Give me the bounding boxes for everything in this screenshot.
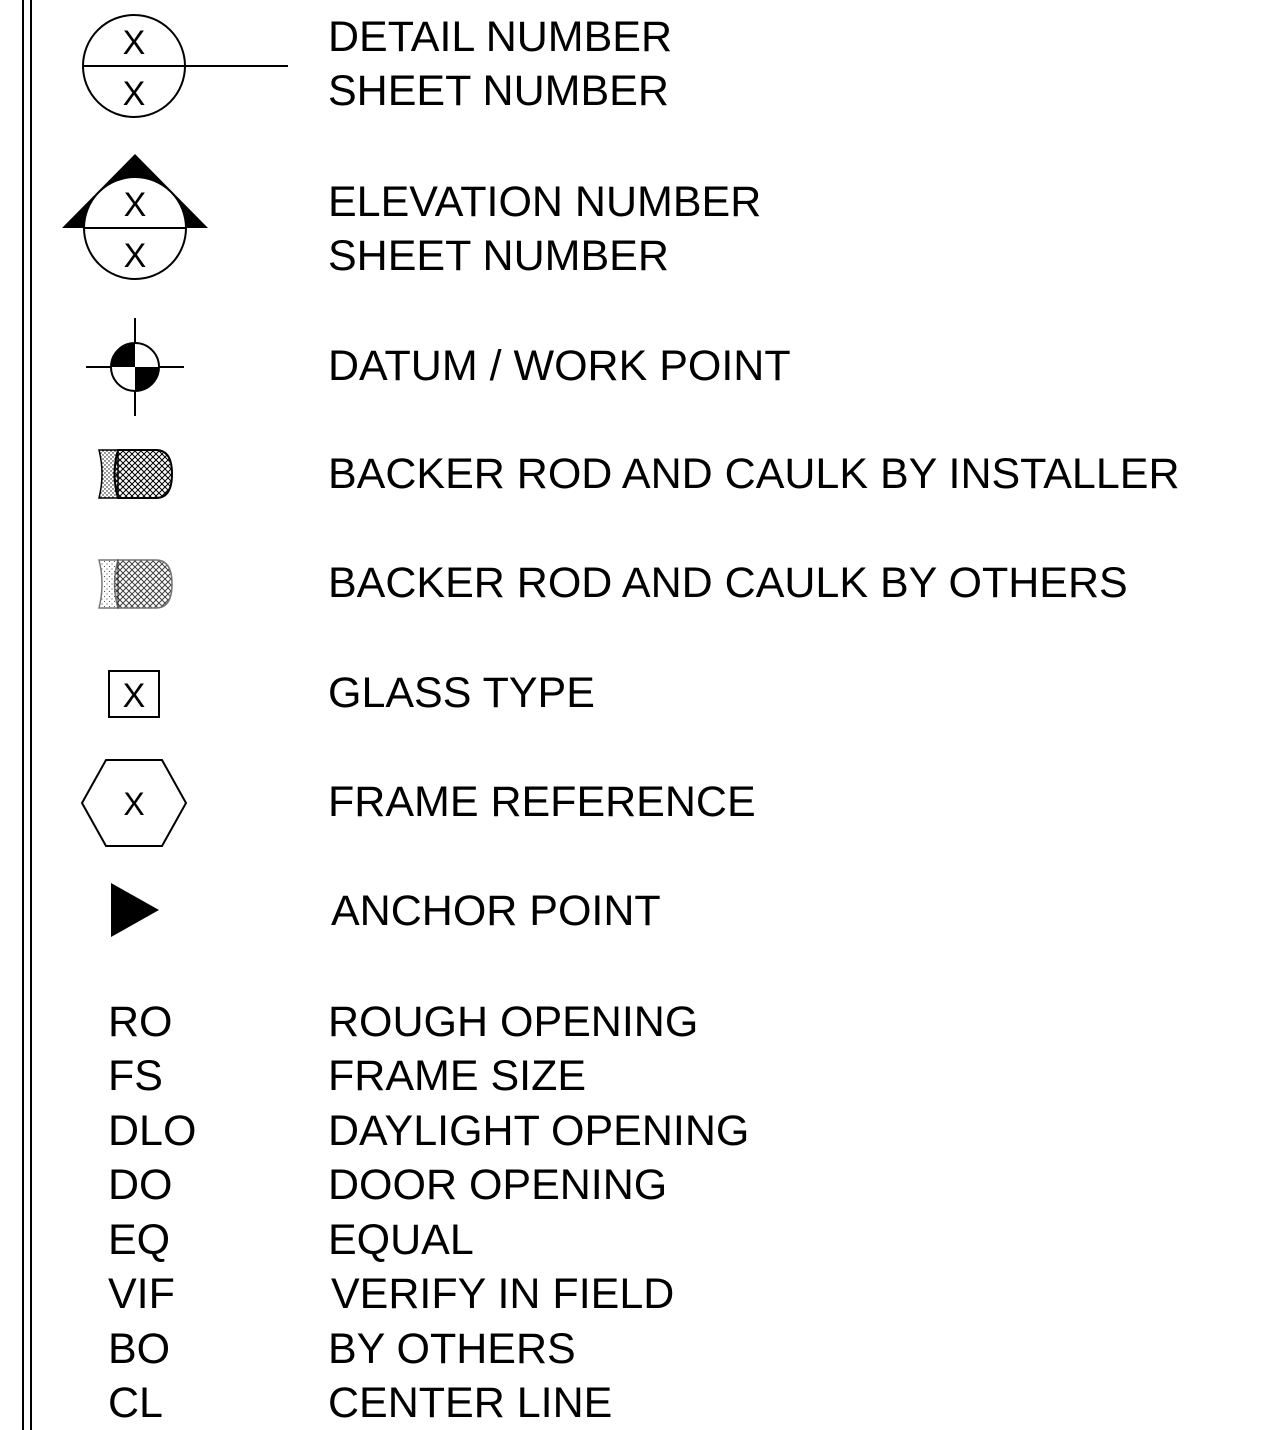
abbreviation-code: DLO	[108, 1107, 197, 1155]
abbreviation-meaning: BY OTHERS	[328, 1325, 576, 1373]
detail-number-label: DETAIL NUMBER	[328, 13, 673, 61]
glass-type-tag-icon: X	[108, 670, 160, 718]
datum-point-icon	[86, 318, 184, 416]
abbreviation-code: VIF	[108, 1270, 175, 1318]
abbreviation-code: EQ	[108, 1216, 171, 1264]
glass-type-symbol: X	[123, 677, 146, 715]
backer-rod-installer-label: BACKER ROD AND CAULK BY INSTALLER	[328, 450, 1180, 498]
abbreviation-meaning: DAYLIGHT OPENING	[328, 1107, 750, 1155]
abbreviation-meaning: DOOR OPENING	[328, 1161, 668, 1209]
anchor-point-label: ANCHOR POINT	[331, 887, 661, 935]
frame-reference-label: FRAME REFERENCE	[328, 778, 756, 826]
abbreviation-meaning: FRAME SIZE	[328, 1052, 587, 1100]
abbreviation-meaning: VERIFY IN FIELD	[331, 1270, 675, 1318]
elevation-symbol-bottom: X	[124, 237, 147, 275]
abbreviation-meaning: CENTER LINE	[328, 1379, 613, 1427]
abbreviation-code: BO	[108, 1325, 171, 1373]
detail-symbol-top: X	[123, 24, 146, 62]
frame-reference-hexagon-icon: X	[80, 759, 188, 847]
backer-rod-caulk-installer-icon	[98, 449, 174, 499]
glass-type-label: GLASS TYPE	[328, 669, 595, 717]
abbreviation-code: DO	[108, 1161, 173, 1209]
elevation-marker-icon: X X	[62, 154, 208, 280]
abbreviation-code: FS	[108, 1052, 163, 1100]
elevation-number-label: ELEVATION NUMBER	[328, 178, 762, 226]
anchor-point-triangle-icon	[111, 883, 159, 937]
detail-sheet-number-label: SHEET NUMBER	[328, 67, 669, 115]
sheet-border-line-inner	[30, 0, 32, 1430]
abbreviation-code: RO	[108, 998, 173, 1046]
sheet-border-line-outer	[22, 0, 24, 1430]
elevation-sheet-number-label: SHEET NUMBER	[328, 232, 669, 280]
backer-rod-caulk-others-icon	[98, 559, 173, 609]
detail-symbol-bottom: X	[123, 75, 146, 113]
abbreviation-code: CL	[108, 1379, 163, 1427]
elevation-symbol-top: X	[124, 186, 147, 224]
frame-reference-symbol: X	[123, 786, 144, 822]
abbreviation-meaning: ROUGH OPENING	[328, 998, 699, 1046]
datum-work-point-label: DATUM / WORK POINT	[328, 342, 791, 390]
detail-callout-icon: X X	[82, 14, 288, 118]
abbreviation-meaning: EQUAL	[328, 1216, 474, 1264]
backer-rod-others-label: BACKER ROD AND CAULK BY OTHERS	[328, 559, 1128, 607]
